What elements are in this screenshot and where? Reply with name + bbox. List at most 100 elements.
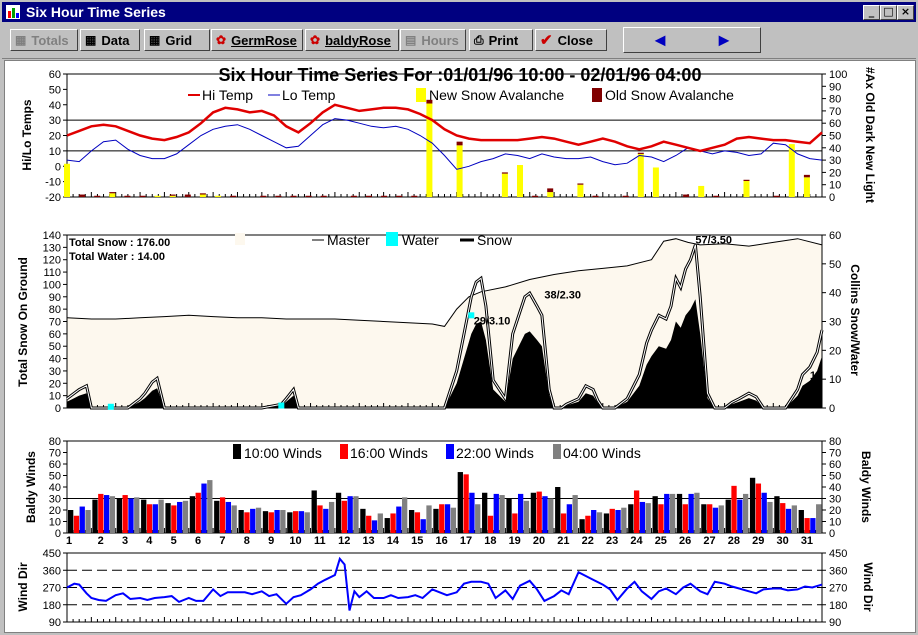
new-avalanche-bar	[517, 165, 523, 197]
y-tick-label: 30	[49, 494, 61, 506]
wind-bar	[335, 492, 342, 533]
y-tick-label: 50	[49, 341, 61, 353]
y-tick-label: 80	[49, 436, 61, 448]
day-label: 31	[801, 535, 813, 547]
old-avalanche-bar	[773, 195, 780, 197]
wind-bar	[353, 496, 359, 533]
wind-bar	[98, 493, 104, 533]
wind-bar	[420, 519, 426, 533]
day-label: 14	[387, 535, 400, 547]
wind-bar	[238, 510, 244, 533]
legend-snow-label: Snow	[477, 232, 513, 248]
old-avalanche-bar	[320, 195, 327, 197]
wind-bar	[414, 512, 421, 533]
wind-bar	[749, 477, 756, 533]
wind-bar	[384, 518, 390, 533]
wind-bar	[280, 510, 286, 533]
new-avalanche-bar	[652, 167, 659, 197]
winddir-panel: 450 450 360 360 270 270 180 180 90 90 Wind Dir Wi…	[16, 548, 875, 629]
old-avalanche-bar	[577, 183, 584, 185]
y-tick-label: 100	[43, 279, 61, 291]
day-label: 23	[606, 535, 618, 547]
wind-bar	[523, 500, 530, 533]
wind-bar	[615, 510, 621, 533]
y2-tick-label: 10	[829, 374, 841, 386]
y2-tick-label: 450	[829, 548, 847, 560]
y-tick-label: 10	[49, 517, 61, 529]
y2-tick-label: 270	[829, 583, 847, 595]
y-tick-label: 450	[43, 548, 61, 560]
new-avalanche-bar	[169, 195, 176, 197]
wind-bar	[182, 500, 189, 533]
wind-bar	[767, 501, 773, 533]
day-label: 9	[268, 535, 274, 547]
day-label: 21	[557, 535, 569, 547]
day-label: 10	[289, 535, 301, 547]
temps-panel: Six Hour Time Series For :01/01/96 10:00…	[20, 65, 877, 204]
wind-bar	[390, 513, 396, 533]
y2-tick-label: 90	[829, 81, 841, 93]
wind-bar	[328, 501, 335, 533]
snow-legend: Master Water Snow	[235, 232, 513, 248]
wind-bar	[585, 515, 591, 533]
wind-bar	[146, 504, 153, 533]
day-label: 30	[776, 535, 788, 547]
y2-tick-label: 10	[829, 517, 841, 529]
day-label: 26	[679, 535, 691, 547]
new-avalanche-bar	[501, 173, 508, 197]
day-label: 27	[703, 535, 715, 547]
y-tick-label: 20	[49, 378, 61, 390]
temps-y2-label: #Ax Old Dark New Light	[863, 67, 877, 203]
temps-lines	[66, 103, 823, 170]
legend-master-label: Master	[327, 232, 370, 248]
wind-bar	[682, 504, 688, 533]
y2-tick-label: 50	[829, 259, 841, 271]
old-avalanche-bar	[381, 195, 388, 197]
winds-y-label: Baldy Winds	[24, 451, 38, 523]
wind-bar	[785, 508, 792, 533]
wind-bar	[158, 499, 164, 533]
new-avalanche-bar	[803, 177, 810, 197]
y-tick-label: 80	[49, 304, 61, 316]
day-label: 22	[582, 535, 594, 547]
wind-bar	[128, 498, 134, 533]
wind-bar	[323, 508, 329, 533]
wind-bar	[712, 507, 719, 533]
y2-tick-label: 0	[829, 528, 835, 540]
legend-oldsnow-label: Old Snow Avalanche	[605, 87, 734, 103]
wind-bar	[652, 496, 658, 533]
wind-bar	[134, 497, 140, 533]
wind-bar	[658, 504, 664, 533]
winddir-y-label: Wind Dir	[16, 562, 30, 612]
old-avalanche-bar	[713, 195, 720, 197]
y2-tick-label: 60	[829, 459, 841, 471]
y-tick-label: 70	[49, 448, 61, 460]
value-annotation: 38/2.30	[544, 289, 581, 301]
new-avalanche-bar	[577, 184, 584, 197]
y2-tick-label: 10	[829, 180, 841, 192]
wind-bar	[579, 519, 585, 533]
y-tick-label: 60	[49, 329, 61, 341]
winddir-y2-label: Wind Dir	[861, 562, 875, 612]
old-avalanche-bar	[501, 172, 508, 174]
wind-bar	[737, 499, 743, 533]
y2-tick-label: 100	[829, 69, 847, 81]
wind-bar	[317, 505, 323, 533]
y2-tick-label: 0	[829, 403, 835, 415]
wind-bar	[463, 474, 469, 533]
y-tick-label: 70	[49, 317, 61, 329]
y2-tick-label: 80	[829, 436, 841, 448]
y-tick-label: 10	[49, 391, 61, 403]
wind-bar	[152, 504, 158, 533]
old-avalanche-bar	[305, 195, 312, 197]
wind-bar	[645, 503, 651, 533]
old-avalanche-bar	[275, 195, 282, 197]
master-fill	[67, 238, 822, 408]
wind-bar	[707, 504, 713, 533]
wind-bar	[274, 510, 280, 533]
wind-bar	[304, 512, 310, 533]
old-avalanche-bar	[803, 174, 810, 178]
day-label: 1	[66, 535, 72, 547]
legend-oldsnow-swatch	[592, 88, 602, 102]
wind-bar	[542, 496, 548, 533]
